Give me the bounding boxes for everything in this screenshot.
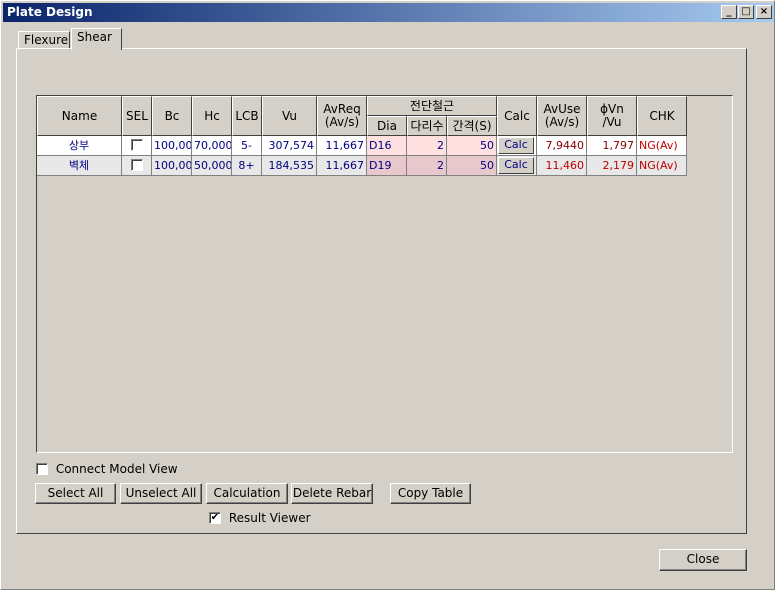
col-header-sel[interactable]: SEL: [122, 96, 152, 136]
cell-avreq[interactable]: 11,667: [317, 156, 367, 176]
title-bar[interactable]: Plate Design _ □ ×: [3, 3, 774, 22]
col-header-vu-label: Vu: [282, 108, 297, 123]
maximize-icon: □: [741, 6, 751, 17]
cell-spacing[interactable]: 50: [447, 136, 497, 156]
unselect-all-button[interactable]: Unselect All: [120, 483, 202, 504]
cell-dia[interactable]: D19: [367, 156, 407, 176]
col-header-avuse[interactable]: AvUse (Av/s): [537, 96, 587, 136]
connect-model-view-label: Connect Model View: [55, 462, 178, 476]
cell-legs[interactable]: 2: [407, 136, 447, 156]
col-group-header-shear-rebar: 전단철근: [367, 96, 497, 116]
window-title: Plate Design: [7, 5, 93, 19]
close-icon: ×: [759, 6, 769, 17]
cell-chk[interactable]: NG(Av): [637, 156, 687, 176]
col-header-phivn[interactable]: ϕVn /Vu: [587, 96, 637, 136]
col-header-chk[interactable]: CHK: [637, 96, 687, 136]
minimize-button[interactable]: _: [721, 5, 737, 19]
cell-legs[interactable]: 2: [407, 156, 447, 176]
shear-design-table[interactable]: Name SEL Bc Hc LCB Vu AvReq (Av/s) 전단철근 …: [36, 95, 733, 453]
cell-bc[interactable]: 100,00: [152, 136, 192, 156]
col-header-avreq-line2: (Av/s): [324, 115, 360, 129]
col-header-lcb[interactable]: LCB: [232, 96, 262, 136]
cell-lcb[interactable]: 5-: [232, 136, 262, 156]
col-header-bc[interactable]: Bc: [152, 96, 192, 136]
col-header-calc-label: Calc: [504, 108, 530, 123]
cell-dia[interactable]: D16: [367, 136, 407, 156]
col-header-dia[interactable]: Dia: [367, 116, 407, 136]
cell-calc[interactable]: Calc: [497, 156, 537, 176]
cell-calc[interactable]: Calc: [497, 136, 537, 156]
close-window-button[interactable]: ×: [756, 5, 772, 19]
col-header-legs-label: 다리수: [410, 118, 444, 133]
tab-shear[interactable]: Shear: [71, 28, 122, 50]
row-select-checkbox[interactable]: [130, 159, 143, 171]
tab-flexure-label: Flexure: [24, 33, 69, 47]
col-header-name-label: Name: [61, 108, 98, 123]
close-button[interactable]: Close: [659, 549, 747, 571]
cell-phivn[interactable]: 1,797: [587, 136, 637, 156]
select-all-button[interactable]: Select All: [35, 483, 116, 504]
col-header-bc-label: Bc: [164, 108, 180, 123]
cell-avreq[interactable]: 11,667: [317, 136, 367, 156]
cell-avuse[interactable]: 11,460: [537, 156, 587, 176]
col-header-legs[interactable]: 다리수: [407, 116, 447, 136]
table-row[interactable]: 벽체 100,00 50,000 8+ 184,535 11,667 D19 2…: [37, 156, 687, 176]
col-header-chk-label: CHK: [649, 108, 675, 123]
cell-name[interactable]: 상부: [37, 136, 122, 156]
copy-table-button[interactable]: Copy Table: [390, 483, 471, 504]
cell-sel[interactable]: [122, 156, 152, 176]
result-viewer-box[interactable]: ✔: [209, 511, 221, 524]
col-header-calc[interactable]: Calc: [497, 96, 537, 136]
connect-model-view-checkbox[interactable]: Connect Model View: [36, 462, 178, 476]
col-header-dia-label: Dia: [377, 118, 397, 133]
cell-name[interactable]: 벽체: [37, 156, 122, 176]
cell-hc[interactable]: 70,000: [192, 136, 232, 156]
col-header-avreq[interactable]: AvReq (Av/s): [317, 96, 367, 136]
delete-rebar-button[interactable]: Delete Rebar: [291, 483, 373, 504]
col-header-spacing-label: 간격(S): [452, 118, 492, 133]
col-header-vu[interactable]: Vu: [262, 96, 317, 136]
plate-design-window: Plate Design _ □ × Flexure Shear Name SE…: [0, 0, 775, 590]
col-header-hc[interactable]: Hc: [192, 96, 232, 136]
row-select-checkbox[interactable]: [130, 139, 143, 151]
col-header-phivn-line2: /Vu: [602, 115, 622, 129]
cell-avuse[interactable]: 7,9440: [537, 136, 587, 156]
cell-bc[interactable]: 100,00: [152, 156, 192, 176]
minimize-icon: _: [726, 6, 732, 17]
row-calc-button[interactable]: Calc: [498, 137, 534, 154]
col-header-avuse-line2: (Av/s): [544, 115, 580, 129]
cell-lcb[interactable]: 8+: [232, 156, 262, 176]
calculation-button[interactable]: Calculation: [206, 483, 288, 504]
connect-model-view-box[interactable]: [36, 462, 48, 475]
col-group-header-shear-rebar-label: 전단철근: [409, 98, 455, 113]
cell-spacing[interactable]: 50: [447, 156, 497, 176]
maximize-button[interactable]: □: [738, 5, 754, 19]
col-header-lcb-label: LCB: [235, 108, 259, 123]
cell-phivn[interactable]: 2,179: [587, 156, 637, 176]
result-viewer-checkbox[interactable]: ✔ Result Viewer: [209, 511, 311, 525]
row-calc-button[interactable]: Calc: [498, 157, 534, 174]
table-row[interactable]: 상부 100,00 70,000 5- 307,574 11,667 D16 2…: [37, 136, 687, 156]
col-header-hc-label: Hc: [204, 108, 220, 123]
result-viewer-label: Result Viewer: [228, 511, 311, 525]
col-header-name[interactable]: Name: [37, 96, 122, 136]
cell-vu[interactable]: 184,535: [262, 156, 317, 176]
cell-sel[interactable]: [122, 136, 152, 156]
col-header-sel-label: SEL: [126, 108, 148, 123]
cell-hc[interactable]: 50,000: [192, 156, 232, 176]
cell-vu[interactable]: 307,574: [262, 136, 317, 156]
col-header-spacing[interactable]: 간격(S): [447, 116, 497, 136]
cell-chk[interactable]: NG(Av): [637, 136, 687, 156]
tab-shear-label: Shear: [77, 30, 112, 44]
